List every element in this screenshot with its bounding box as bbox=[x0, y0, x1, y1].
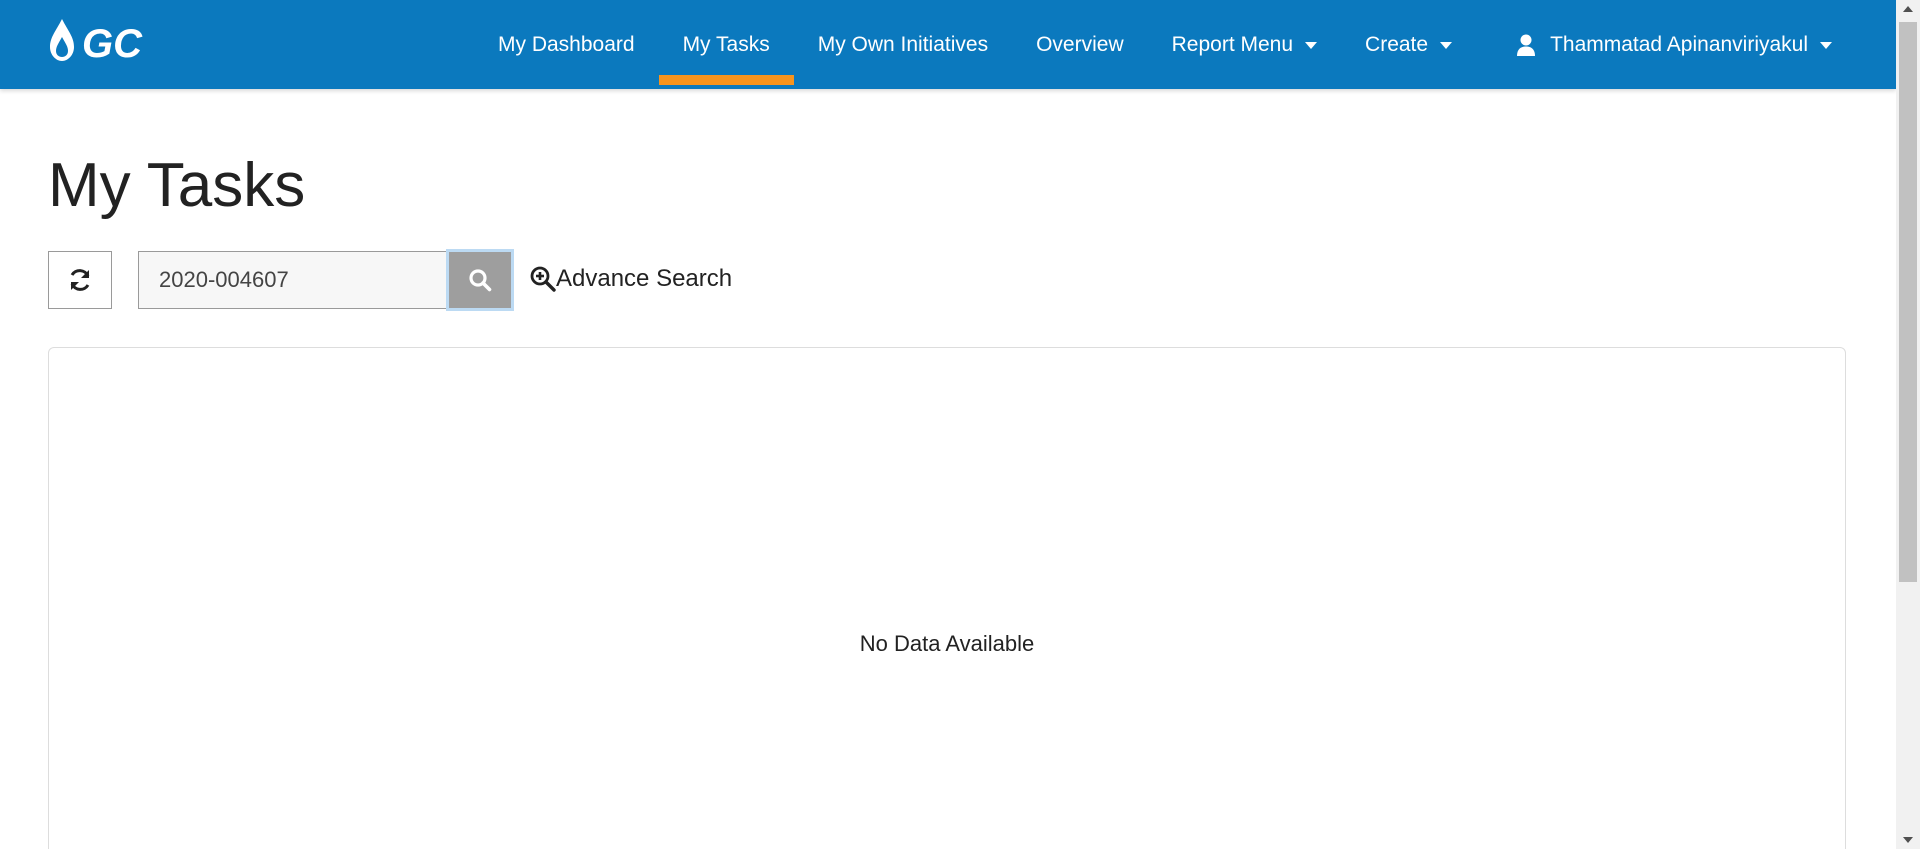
user-icon bbox=[1517, 34, 1536, 56]
nav-label: Overview bbox=[1036, 32, 1124, 56]
search-button[interactable] bbox=[446, 249, 514, 311]
user-name: Thammatad Apinanviriyakul bbox=[1550, 32, 1809, 56]
refresh-button[interactable] bbox=[48, 251, 112, 309]
nav-overview[interactable]: Overview bbox=[1012, 0, 1148, 89]
caret-down-icon bbox=[1440, 42, 1453, 49]
results-panel: No Data Available bbox=[48, 347, 1846, 849]
empty-state-message: No Data Available bbox=[859, 631, 1035, 656]
nav-label: My Tasks bbox=[682, 32, 770, 56]
scroll-down-icon[interactable] bbox=[1903, 837, 1913, 843]
caret-down-icon bbox=[1305, 42, 1318, 49]
scroll-thumb[interactable] bbox=[1899, 22, 1917, 582]
search-icon bbox=[469, 269, 492, 292]
advance-search-link[interactable]: Advance Search bbox=[530, 264, 732, 294]
vertical-scrollbar[interactable] bbox=[1896, 0, 1920, 849]
logo-text: GC bbox=[82, 22, 143, 63]
zoom-in-icon bbox=[530, 266, 556, 292]
refresh-icon bbox=[70, 269, 90, 291]
nav-my-tasks[interactable]: My Tasks bbox=[658, 0, 794, 89]
gc-logo[interactable]: GC bbox=[48, 17, 180, 63]
search-input[interactable] bbox=[138, 251, 448, 309]
page-title: My Tasks bbox=[48, 151, 306, 220]
nav-create[interactable]: Create bbox=[1341, 0, 1476, 89]
nav-report-menu[interactable]: Report Menu bbox=[1148, 0, 1341, 89]
scroll-up-icon[interactable] bbox=[1903, 6, 1913, 12]
advance-search-label: Advance Search bbox=[556, 265, 733, 292]
nav-label: Create bbox=[1365, 32, 1429, 56]
nav-label: My Dashboard bbox=[498, 32, 635, 56]
nav-my-dashboard[interactable]: My Dashboard bbox=[474, 0, 659, 89]
nav-label: My Own Initiatives bbox=[817, 32, 989, 56]
nav-label: Report Menu bbox=[1171, 32, 1294, 56]
nav-my-own-initiatives[interactable]: My Own Initiatives bbox=[794, 0, 1012, 89]
main-nav: My Dashboard My Tasks My Own Initiatives… bbox=[474, 0, 1856, 89]
page: GC My Dashboard My Tasks My Own Initiati… bbox=[0, 0, 1920, 849]
user-menu[interactable]: Thammatad Apinanviriyakul bbox=[1476, 0, 1856, 89]
caret-down-icon bbox=[1820, 42, 1833, 49]
top-navbar: GC My Dashboard My Tasks My Own Initiati… bbox=[0, 0, 1896, 89]
